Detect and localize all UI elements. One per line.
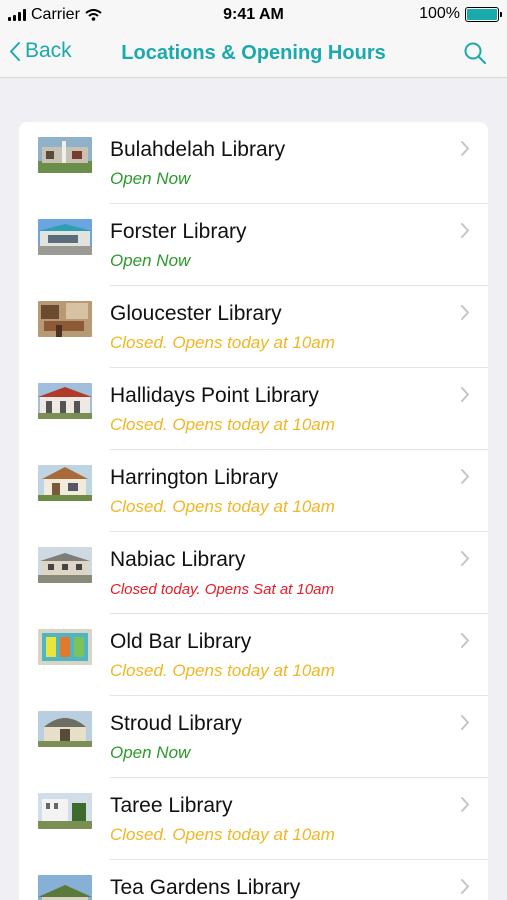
- library-row[interactable]: Nabiac Library Closed today. Opens Sat at…: [19, 532, 488, 614]
- battery-percent: 100%: [419, 5, 460, 22]
- chevron-right-icon: [461, 387, 469, 402]
- library-name: Stroud Library: [110, 712, 242, 735]
- chevron-right-icon: [461, 469, 469, 484]
- library-row[interactable]: Tea Gardens Library: [19, 860, 488, 900]
- library-thumbnail: [38, 629, 92, 665]
- library-thumbnail: [38, 465, 92, 501]
- library-row[interactable]: Stroud Library Open Now: [19, 696, 488, 778]
- library-row[interactable]: Harrington Library Closed. Opens today at…: [19, 450, 488, 532]
- opening-status: Closed. Opens today at 10am: [110, 661, 335, 680]
- library-name: Forster Library: [110, 220, 247, 243]
- library-thumbnail: [38, 383, 92, 419]
- library-row[interactable]: Taree Library Closed. Opens today at 10am: [19, 778, 488, 860]
- search-icon: [464, 42, 486, 64]
- chevron-right-icon: [461, 797, 469, 812]
- library-row[interactable]: Gloucester Library Closed. Opens today at…: [19, 286, 488, 368]
- library-thumbnail: [38, 875, 92, 900]
- opening-status: Open Now: [110, 169, 191, 188]
- chevron-right-icon: [461, 305, 469, 320]
- library-name: Nabiac Library: [110, 548, 246, 571]
- library-name: Bulahdelah Library: [110, 138, 286, 161]
- opening-status: Closed. Opens today at 10am: [110, 333, 335, 352]
- opening-status: Closed. Opens today at 10am: [110, 497, 335, 516]
- navigation-bar: Back Locations & Opening Hours: [0, 30, 507, 78]
- library-thumbnail: [38, 547, 92, 583]
- library-name: Hallidays Point Library: [110, 384, 319, 407]
- library-name: Harrington Library: [110, 466, 279, 489]
- library-thumbnail: [38, 793, 92, 829]
- opening-status: Closed. Opens today at 10am: [110, 825, 335, 844]
- opening-status: Closed today. Opens Sat at 10am: [110, 581, 335, 598]
- battery-icon: [465, 6, 502, 22]
- library-name: Old Bar Library: [110, 630, 252, 653]
- search-button[interactable]: [463, 41, 487, 70]
- chevron-right-icon: [461, 715, 469, 730]
- opening-status: Open Now: [110, 251, 191, 270]
- library-thumbnail: [38, 711, 92, 747]
- opening-status: Closed. Opens today at 10am: [110, 415, 335, 434]
- library-name: Gloucester Library: [110, 302, 282, 325]
- chevron-right-icon: [461, 633, 469, 648]
- library-list: Bulahdelah Library Open Now Forster Librar…: [19, 122, 488, 900]
- library-thumbnail: [38, 219, 92, 255]
- opening-status: Open Now: [110, 743, 191, 762]
- library-name: Taree Library: [110, 794, 233, 817]
- library-row[interactable]: Old Bar Library Closed. Opens today at 10…: [19, 614, 488, 696]
- library-row[interactable]: Bulahdelah Library Open Now: [19, 122, 488, 204]
- library-thumbnail: [38, 301, 92, 337]
- status-right: 100%: [419, 5, 502, 23]
- chevron-right-icon: [461, 223, 469, 238]
- chevron-right-icon: [461, 879, 469, 894]
- library-row[interactable]: Hallidays Point Library Closed. Opens tod…: [19, 368, 488, 450]
- page-title: Locations & Opening Hours: [121, 42, 386, 64]
- library-name: Tea Gardens Library: [110, 876, 301, 899]
- chevron-right-icon: [461, 551, 469, 566]
- chevron-right-icon: [461, 141, 469, 156]
- library-thumbnail: [38, 137, 92, 173]
- library-row[interactable]: Forster Library Open Now: [19, 204, 488, 286]
- status-bar: Carrier 9:41 AM 100%: [0, 0, 507, 30]
